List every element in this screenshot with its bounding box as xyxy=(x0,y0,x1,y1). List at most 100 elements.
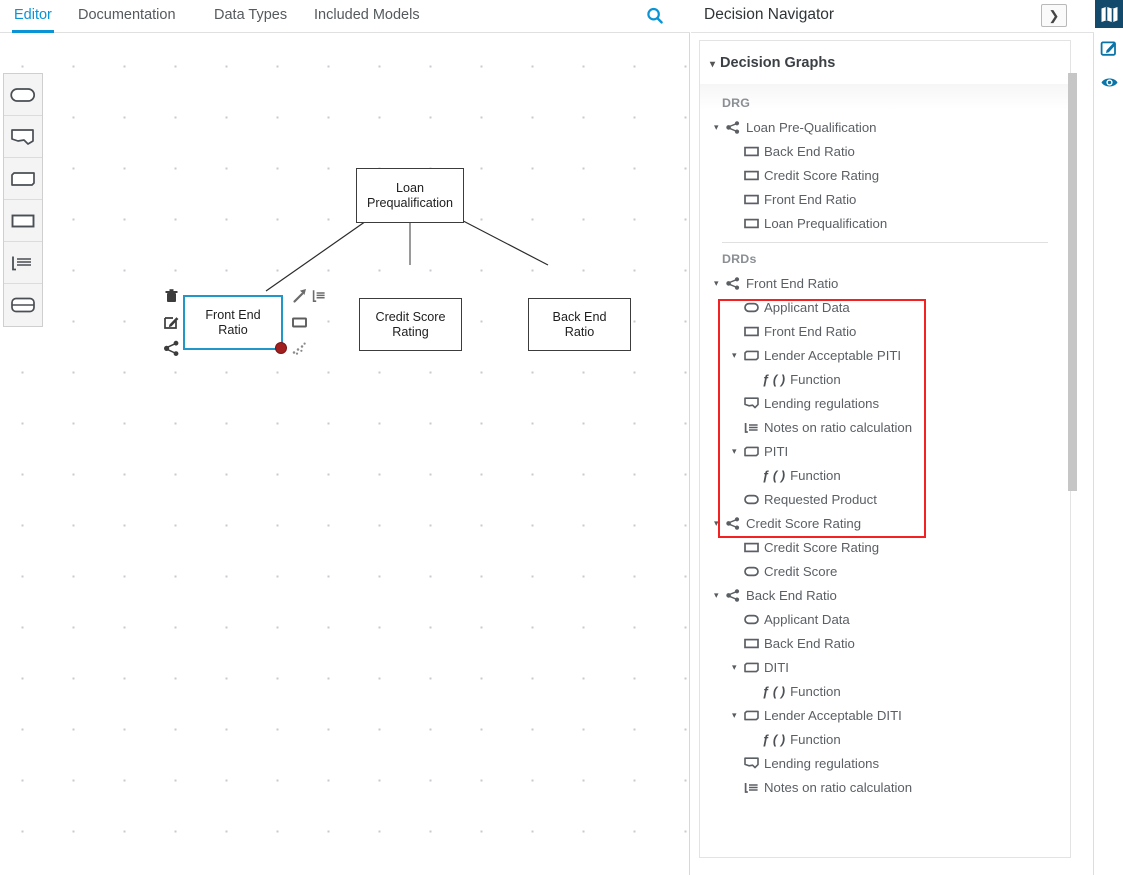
bkm-icon xyxy=(744,710,759,721)
tree-item-label: Front End Ratio xyxy=(746,276,838,291)
tree-item[interactable]: Front End Ratio xyxy=(700,187,1070,211)
decision-icon xyxy=(744,216,760,230)
delete-icon[interactable] xyxy=(163,288,180,305)
tree-item[interactable]: Applicant Data xyxy=(700,295,1070,319)
knowledge-source-icon xyxy=(744,420,760,434)
dmn-diagram-canvas[interactable]: Loan Prequalification Front End Ratio Cr… xyxy=(0,33,689,853)
tree-item[interactable]: Front End Ratio xyxy=(700,319,1070,343)
node-loan-prequalification[interactable]: Loan Prequalification xyxy=(356,168,464,223)
navigator-scrollbar-thumb[interactable] xyxy=(1068,73,1077,491)
tree-item[interactable]: Notes on ratio calculation xyxy=(700,415,1070,439)
tree-item[interactable]: Lending regulations xyxy=(700,391,1070,415)
decision-icon xyxy=(744,540,760,554)
create-knowledge-source-icon[interactable] xyxy=(312,289,327,308)
decision-icon xyxy=(744,324,760,338)
chevron-down-icon[interactable]: ▾ xyxy=(714,278,726,289)
chevron-right-icon: ❯ xyxy=(1049,8,1060,24)
decision-graph-icon xyxy=(726,589,740,602)
create-connection-icon[interactable] xyxy=(291,288,308,305)
tree-item[interactable]: Credit Score xyxy=(700,559,1070,583)
map-icon[interactable] xyxy=(1095,0,1123,28)
tree-item[interactable]: ƒ ( )Function xyxy=(700,463,1070,487)
palette-text-annotation-shape[interactable] xyxy=(4,116,42,158)
chevron-down-icon[interactable]: ▾ xyxy=(714,518,726,529)
decision-icon xyxy=(744,638,759,649)
diagram-connectors xyxy=(0,33,689,853)
palette-decision-service-shape[interactable] xyxy=(4,284,42,326)
tree-item[interactable]: Applicant Data xyxy=(700,607,1070,631)
tree-item[interactable]: ▾Loan Pre-Qualification xyxy=(700,115,1070,139)
tree-item[interactable]: Requested Product xyxy=(700,487,1070,511)
bkm-icon xyxy=(744,350,759,361)
tree-item-label: Front End Ratio xyxy=(764,324,856,339)
palette-decision-shape[interactable] xyxy=(4,200,42,242)
tree-item[interactable]: ▾Back End Ratio xyxy=(700,583,1070,607)
tree-item[interactable]: ▾DITI xyxy=(700,655,1070,679)
edit-icon[interactable] xyxy=(163,314,180,331)
decision-graph-icon xyxy=(726,120,742,134)
tree-item[interactable]: ▾ Lender Acceptable PITI xyxy=(700,343,1070,367)
tab-documentation[interactable]: Documentation xyxy=(76,0,178,33)
decision-icon xyxy=(744,542,759,553)
node-front-end-ratio[interactable]: Front End Ratio xyxy=(183,295,283,350)
chevron-down-icon: ▾ xyxy=(710,59,715,70)
edit-pencil-icon[interactable] xyxy=(1095,34,1123,62)
palette-input-data-shape[interactable] xyxy=(4,74,42,116)
decision-graphs-section-header[interactable]: ▾Decision Graphs xyxy=(700,41,1070,85)
create-dashed-icon[interactable] xyxy=(291,340,308,357)
tree-item[interactable]: Loan Prequalification xyxy=(700,211,1070,235)
chevron-down-icon[interactable]: ▾ xyxy=(732,446,744,457)
node-credit-score-rating[interactable]: Credit Score Rating xyxy=(359,298,462,351)
tree-item[interactable]: ƒ ( )Function xyxy=(700,367,1070,391)
tree-item[interactable]: Lending regulations xyxy=(700,751,1070,775)
tree-item-label: Lender Acceptable PITI xyxy=(764,348,901,363)
chevron-down-icon[interactable]: ▾ xyxy=(714,122,726,133)
tree-item[interactable]: Notes on ratio calculation xyxy=(700,775,1070,799)
palette-business-knowledge-model-shape[interactable] xyxy=(4,158,42,200)
tree-item[interactable]: ƒ ( )Function xyxy=(700,727,1070,751)
search-icon[interactable] xyxy=(644,5,666,27)
decision-graph-icon xyxy=(726,276,742,290)
tree-item[interactable]: ▾ Lender Acceptable DITI xyxy=(700,703,1070,727)
bkm-icon xyxy=(744,444,760,458)
share-icon[interactable] xyxy=(163,340,180,357)
chevron-down-icon[interactable]: ▾ xyxy=(732,350,744,361)
decision-icon xyxy=(744,192,760,206)
tab-included-models[interactable]: Included Models xyxy=(312,0,422,33)
tree-item[interactable]: Back End Ratio xyxy=(700,139,1070,163)
annotation-icon xyxy=(744,397,759,409)
tree-item-label: Credit Score Rating xyxy=(764,540,879,555)
input-data-icon xyxy=(744,492,760,506)
tree-item[interactable]: Credit Score Rating xyxy=(700,163,1070,187)
decision-graph-icon xyxy=(726,277,740,290)
resize-handle[interactable] xyxy=(275,342,287,354)
node-back-end-ratio[interactable]: Back End Ratio xyxy=(528,298,631,351)
input-data-icon xyxy=(744,612,760,626)
tree-item[interactable]: ▾PITI xyxy=(700,439,1070,463)
tree-item-label: Notes on ratio calculation xyxy=(764,420,912,435)
preview-eye-icon[interactable] xyxy=(1095,68,1123,96)
chevron-down-icon[interactable]: ▾ xyxy=(714,590,726,601)
tree-item[interactable]: ▾ Front End Ratio xyxy=(700,271,1070,295)
decision-tree[interactable]: DRG▾Loan Pre-QualificationBack End Ratio… xyxy=(699,84,1071,858)
tab-data-types[interactable]: Data Types xyxy=(212,0,289,33)
tree-item-label: Lender Acceptable DITI xyxy=(764,708,902,723)
collapse-panel-button[interactable]: ❯ xyxy=(1041,4,1067,27)
tree-item[interactable]: Credit Score Rating xyxy=(700,535,1070,559)
editor-pane: Editor Documentation Data Types Included… xyxy=(0,0,690,875)
editor-tab-bar: Editor Documentation Data Types Included… xyxy=(0,0,690,33)
tab-editor[interactable]: Editor xyxy=(12,0,54,33)
tab-data-types-label: Data Types xyxy=(214,7,287,23)
bkm-icon xyxy=(744,660,760,674)
create-decision-icon[interactable] xyxy=(291,314,308,331)
input-data-icon xyxy=(744,302,759,313)
navigator-scrollbar-track[interactable] xyxy=(1076,35,1085,860)
chevron-down-icon[interactable]: ▾ xyxy=(732,710,744,721)
tree-item[interactable]: Back End Ratio xyxy=(700,631,1070,655)
tree-item-label: Loan Prequalification xyxy=(764,216,887,231)
skewed-rect-icon xyxy=(10,171,36,187)
chevron-down-icon[interactable]: ▾ xyxy=(732,662,744,673)
tree-item[interactable]: ƒ ( )Function xyxy=(700,679,1070,703)
palette-knowledge-source-shape[interactable] xyxy=(4,242,42,284)
tree-item[interactable]: ▾Credit Score Rating xyxy=(700,511,1070,535)
